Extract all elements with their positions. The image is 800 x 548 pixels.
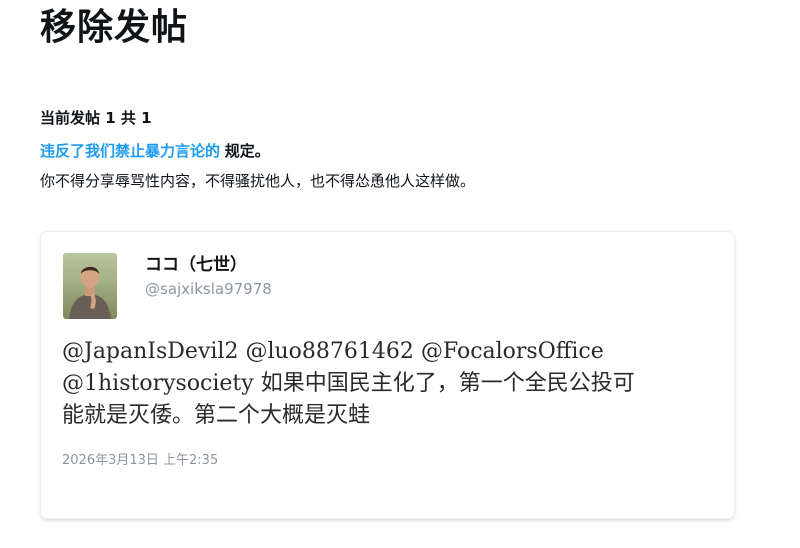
author-display-name[interactable]: ココ（七世）	[145, 254, 247, 276]
page-title: 移除发帖	[40, 7, 189, 48]
post-count: 当前发帖 1 共 1	[40, 109, 152, 127]
mention-link[interactable]: @luo88761462	[245, 339, 413, 364]
rule-description: 你不得分享辱骂性内容，不得骚扰他人，也不得怂恿他人这样做。	[40, 172, 476, 190]
tweet-line-1: @JapanIsDevil2 @luo88761462 @FocalorsOff…	[62, 336, 722, 368]
rule-suffix: 规定。	[224, 142, 270, 160]
tweet-card: ココ（七世） @sajxiksla97978 @JapanIsDevil2 @l…	[41, 232, 734, 518]
rule-violation-line: 违反了我们禁止暴力言论的 规定。	[40, 140, 270, 162]
mention-link[interactable]: @1historysociety	[62, 371, 254, 396]
mention-link[interactable]: @FocalorsOffice	[421, 339, 604, 364]
tweet-line-2: @1historysociety 如果中国民主化了，第一个全民公投可	[62, 368, 722, 400]
tweet-timestamp[interactable]: 2026年3月13日 上午2:35	[62, 451, 218, 471]
tweet-line-3: 能就是灭倭。第二个大概是灭蛙	[62, 403, 371, 428]
user-avatar-icon[interactable]	[63, 253, 117, 319]
mention-link[interactable]: @JapanIsDevil2	[62, 339, 238, 364]
tweet-text-segment: 如果中国民主化了，第一个全民公投可	[260, 371, 635, 396]
violent-speech-policy-link[interactable]: 违反了我们禁止暴力言论的	[40, 142, 220, 160]
tweet-text: @JapanIsDevil2 @luo88761462 @FocalorsOff…	[62, 336, 722, 432]
author-handle[interactable]: @sajxiksla97978	[145, 279, 272, 299]
removed-post-page: 移除发帖 当前发帖 1 共 1 违反了我们禁止暴力言论的 规定。 你不得分享辱骂…	[0, 0, 800, 548]
